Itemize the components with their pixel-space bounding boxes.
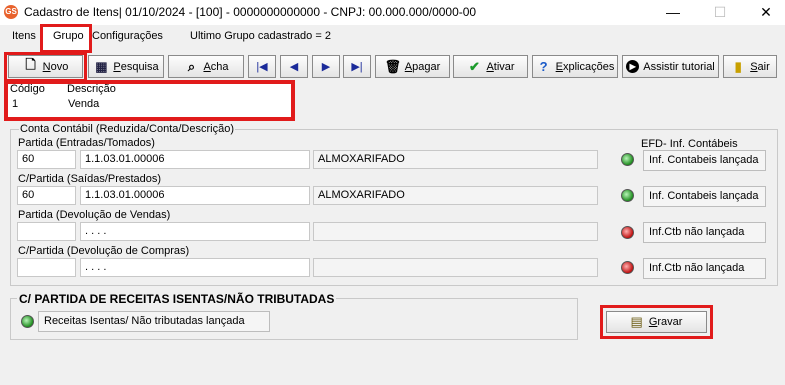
cpartida-saidas-reduzida[interactable]: 60	[17, 186, 76, 205]
trash-icon: 🗑	[384, 58, 402, 74]
inf-ctb-button-3[interactable]: Inf.Ctb não lançada	[643, 258, 766, 279]
partida-entradas-descricao: ALMOXARIFADO	[313, 150, 598, 169]
menu-itens[interactable]: Itens	[12, 30, 36, 42]
previous-record-button[interactable]: ◀	[280, 55, 308, 78]
gravar-button[interactable]: ▤ Gravar	[606, 311, 707, 333]
window-title: Cadastro de Itens| 01/10/2024 - [100] - …	[24, 5, 477, 19]
novo-button[interactable]: 🗋 Novo	[8, 55, 83, 78]
ativar-button[interactable]: ✔ Ativar	[453, 55, 528, 78]
descricao-label: Descrição	[67, 83, 116, 95]
exit-door-icon: ▮	[734, 58, 742, 74]
cpartida-devolucao-compras-label: C/Partida (Devolução de Compras)	[18, 245, 190, 257]
cpartida-devolucao-compras-conta[interactable]: . . . .	[80, 258, 310, 277]
efd-title: EFD- Inf. Contábeis	[641, 138, 738, 150]
ativar-label: Ativar	[486, 60, 515, 73]
status-green-icon	[621, 153, 634, 166]
gravar-label: Gravar	[648, 316, 683, 328]
search-window-icon: ▦	[95, 58, 108, 74]
apagar-label: Apagar	[404, 60, 441, 73]
sair-label: Sair	[750, 60, 770, 73]
partida-devolucao-vendas-conta[interactable]: . . . .	[80, 222, 310, 241]
inf-ctb-button-2[interactable]: Inf.Ctb não lançada	[643, 222, 766, 243]
status-green-icon	[21, 315, 34, 328]
menu-configuracoes[interactable]: Configurações	[92, 30, 163, 42]
maximize-button[interactable]: ☐	[697, 0, 743, 25]
status-red-icon	[621, 226, 634, 239]
pesquisa-label: Pesquisa	[113, 60, 159, 73]
partida-devolucao-vendas-label: Partida (Devolução de Vendas)	[18, 209, 171, 221]
codigo-label: Código	[10, 83, 45, 95]
apagar-button[interactable]: 🗑 Apagar	[375, 55, 450, 78]
binoculars-icon: ⌕	[187, 58, 196, 74]
partida-entradas-label: Partida (Entradas/Tomados)	[18, 137, 155, 149]
explicacoes-button[interactable]: ? Explicações	[532, 55, 618, 78]
minimize-button[interactable]: —	[650, 0, 696, 25]
inf-contabeis-button-1[interactable]: Inf. Contabeis lançada	[643, 186, 766, 207]
close-button[interactable]: ✕	[743, 0, 785, 25]
save-disk-icon: ▤	[630, 314, 643, 329]
receitas-isentas-title: C/ PARTIDA DE RECEITAS ISENTAS/NÃO TRIBU…	[17, 292, 337, 306]
assistir-tutorial-button[interactable]: ▶ Assistir tutorial	[622, 55, 719, 78]
ultimo-grupo-label: Ultimo Grupo cadastrado = 2	[190, 30, 331, 42]
codigo-field[interactable]: 1	[8, 96, 60, 115]
descricao-field[interactable]: Venda	[64, 96, 288, 115]
cpartida-saidas-label: C/Partida (Saídas/Prestados)	[18, 173, 162, 185]
checkmark-icon: ✔	[468, 58, 480, 74]
status-red-icon	[621, 261, 634, 274]
first-record-button[interactable]: |◀	[248, 55, 276, 78]
conta-contabil-title: Conta Contábil (Reduzida/Conta/Descrição…	[19, 123, 235, 135]
sair-button[interactable]: ▮ Sair	[723, 55, 777, 78]
new-document-icon: 🗋	[25, 56, 36, 72]
app-icon: GS	[4, 5, 18, 19]
pesquisa-button[interactable]: ▦ Pesquisa	[88, 55, 164, 78]
partida-entradas-reduzida[interactable]: 60	[17, 150, 76, 169]
receitas-isentas-button[interactable]: Receitas Isentas/ Não tributadas lançada	[38, 311, 270, 332]
partida-devolucao-vendas-descricao	[313, 222, 598, 241]
cpartida-devolucao-compras-descricao	[313, 258, 598, 277]
question-icon: ?	[539, 59, 548, 74]
partida-entradas-conta[interactable]: 1.1.03.01.00006	[80, 150, 310, 169]
assistir-tutorial-label: Assistir tutorial	[643, 60, 715, 73]
play-icon: ▶	[626, 60, 640, 73]
acha-label: Acha	[203, 60, 229, 73]
next-record-button[interactable]: ▶	[312, 55, 340, 78]
cpartida-saidas-descricao: ALMOXARIFADO	[313, 186, 598, 205]
cpartida-devolucao-compras-reduzida[interactable]	[17, 258, 76, 277]
explicacoes-label: Explicações	[555, 60, 615, 73]
acha-button[interactable]: ⌕ Acha	[168, 55, 244, 78]
last-record-button[interactable]: ▶|	[343, 55, 371, 78]
status-green-icon	[621, 189, 634, 202]
cpartida-saidas-conta[interactable]: 1.1.03.01.00006	[80, 186, 310, 205]
partida-devolucao-vendas-reduzida[interactable]	[17, 222, 76, 241]
inf-contabeis-button-0[interactable]: Inf. Contabeis lançada	[643, 150, 766, 171]
novo-label: Novo	[42, 60, 69, 73]
menu-grupo[interactable]: Grupo	[53, 30, 84, 42]
